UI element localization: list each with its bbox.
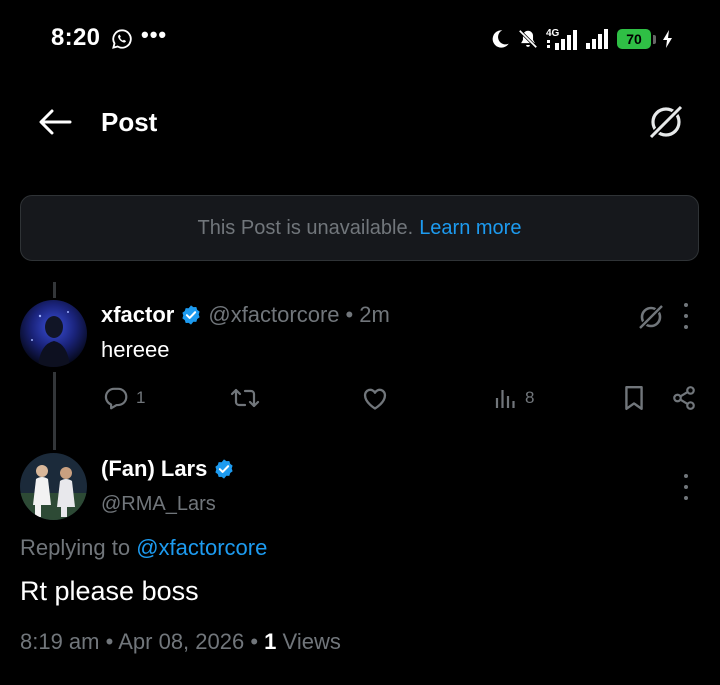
page-title: Post bbox=[101, 107, 158, 137]
bookmark-button[interactable] bbox=[623, 385, 645, 411]
status-more-indicator: ••• bbox=[141, 22, 168, 47]
status-bar: 8:20 ••• 4G 70 bbox=[0, 0, 720, 78]
retweet-icon bbox=[230, 388, 260, 408]
views-button[interactable]: 8 bbox=[494, 385, 534, 411]
views-count: 8 bbox=[525, 388, 535, 407]
reply-author: (Fan) Lars bbox=[101, 456, 241, 482]
separator-dot: • bbox=[105, 629, 114, 654]
avatar-image bbox=[20, 453, 87, 520]
battery-level: 70 bbox=[626, 31, 642, 47]
mute-bell-icon bbox=[518, 29, 538, 49]
battery-tip bbox=[653, 34, 656, 44]
avatar[interactable] bbox=[20, 453, 87, 520]
charging-icon bbox=[663, 30, 672, 48]
grok-icon[interactable] bbox=[637, 303, 665, 331]
like-button[interactable] bbox=[361, 385, 389, 411]
reply-icon bbox=[104, 387, 128, 410]
status-icons: 4G 70 bbox=[489, 24, 674, 54]
learn-more-link[interactable]: Learn more bbox=[419, 217, 521, 240]
author-name[interactable]: (Fan) Lars bbox=[101, 456, 207, 482]
views-label[interactable]: Views bbox=[283, 629, 341, 654]
verified-badge-icon bbox=[215, 459, 233, 479]
signal-icon-4g: 4G bbox=[546, 28, 577, 50]
like-icon bbox=[363, 388, 387, 410]
tweet-text: hereee bbox=[101, 337, 170, 362]
battery-icon: 70 bbox=[617, 29, 651, 49]
post-meta: 8:19 am • Apr 08, 2026 • 1 Views bbox=[20, 629, 341, 655]
bookmark-icon bbox=[625, 385, 643, 411]
avatar[interactable] bbox=[20, 300, 87, 367]
avatar-image bbox=[20, 300, 87, 367]
separator-dot: • bbox=[345, 302, 354, 327]
grok-icon[interactable] bbox=[646, 102, 686, 142]
whatsapp-icon bbox=[112, 29, 132, 49]
author-name[interactable]: xfactor bbox=[101, 302, 174, 328]
signal-icon bbox=[586, 29, 608, 49]
retweet-button[interactable] bbox=[229, 385, 261, 411]
share-button[interactable] bbox=[671, 385, 697, 411]
views-icon bbox=[495, 390, 515, 408]
tweet-time[interactable]: 2m bbox=[359, 302, 390, 328]
reply-text: Rt please boss bbox=[20, 576, 199, 606]
top-app-bar: Post bbox=[0, 90, 720, 154]
status-time: 8:20 bbox=[51, 24, 101, 51]
share-icon bbox=[673, 386, 695, 410]
post-time: 8:19 am bbox=[20, 629, 100, 654]
verified-badge-icon bbox=[182, 305, 200, 325]
post-date: Apr 08, 2026 bbox=[118, 629, 245, 654]
back-button[interactable] bbox=[36, 104, 74, 140]
more-icon[interactable] bbox=[682, 474, 690, 500]
unavailable-text: This Post is unavailable. bbox=[197, 216, 414, 239]
thread-line bbox=[53, 372, 56, 450]
back-arrow-icon bbox=[39, 109, 72, 135]
author-handle[interactable]: @xfactorcore bbox=[208, 302, 339, 328]
reply-button[interactable]: 1 bbox=[103, 385, 145, 411]
reply-count: 1 bbox=[136, 388, 146, 407]
author-handle[interactable]: @RMA_Lars bbox=[101, 493, 216, 516]
more-icon[interactable] bbox=[682, 303, 690, 329]
replying-to: Replying to @xfactorcore bbox=[20, 535, 267, 561]
unavailable-post-banner: This Post is unavailable. Learn more bbox=[20, 195, 699, 261]
thread-line bbox=[53, 282, 56, 298]
network-label: 4G bbox=[546, 28, 560, 39]
replying-to-mention[interactable]: @xfactorcore bbox=[136, 535, 267, 560]
tweet-header: xfactor @xfactorcore • 2m bbox=[101, 302, 390, 328]
replying-to-prefix: Replying to bbox=[20, 535, 131, 560]
views-count[interactable]: 1 bbox=[264, 629, 276, 654]
separator-dot: • bbox=[250, 629, 259, 654]
moon-icon bbox=[492, 30, 509, 48]
